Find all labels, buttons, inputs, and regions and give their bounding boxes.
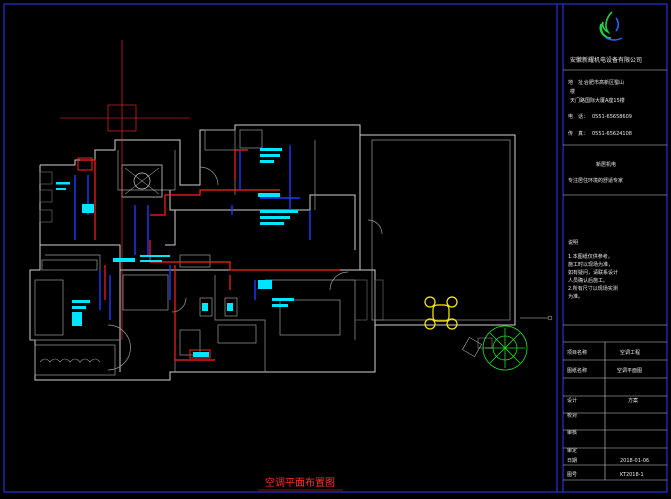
- address-line3: 天门路国际大厦A座15楼: [570, 97, 625, 104]
- indoor-unit: [56, 188, 66, 190]
- indoor-unit: [258, 280, 272, 289]
- indoor-unit: [193, 352, 209, 357]
- phone-label: 电 话：: [568, 113, 588, 120]
- drawing-value: 空调平面图: [617, 367, 642, 374]
- fax-number: 0551-65624108: [592, 131, 632, 137]
- plan-title: 空调平面布置图: [265, 476, 335, 489]
- floor-plan-drawing: 空调平面布置图 安徽新耀机电设备有限公司 地 址： 合肥市高新区蜀山 楼 天门路…: [0, 0, 671, 499]
- address-line1: 合肥市高新区蜀山: [584, 79, 624, 86]
- indoor-unit: [140, 255, 170, 257]
- date-value: 2018-01-06: [620, 458, 649, 464]
- date-label: 日期: [567, 458, 577, 464]
- indoor-unit: [260, 154, 280, 157]
- project-value: 空调工程: [620, 349, 640, 356]
- design-value: 方案: [628, 397, 638, 404]
- indoor-unit: [260, 148, 282, 151]
- indoor-unit: [258, 193, 280, 197]
- drawing-label: 图纸名称: [567, 367, 587, 374]
- drawing-no-label: 图号: [567, 472, 577, 478]
- drawing-background: [0, 0, 671, 499]
- indoor-unit: [260, 160, 274, 163]
- note-line: 人员确认后施工。: [568, 277, 608, 284]
- note-line: 2.所有尺寸以现场实测: [568, 285, 618, 292]
- note-line: 1.本图纸仅供参考，: [568, 253, 613, 260]
- note-line: 为准。: [568, 293, 583, 300]
- company-name: 安徽新耀机电设备有限公司: [570, 56, 642, 64]
- indoor-unit: [272, 298, 294, 301]
- indoor-unit: [227, 303, 233, 311]
- indoor-unit: [140, 260, 162, 262]
- slogan-title: 新居机电: [596, 161, 616, 168]
- indoor-unit: [82, 204, 94, 213]
- indoor-unit: [260, 216, 290, 219]
- indoor-unit: [72, 306, 86, 309]
- note-line: 如有疑问，请联系设计: [568, 269, 618, 276]
- address-line2: 楼: [570, 88, 575, 95]
- note-line: 施工时以现场为准，: [568, 261, 613, 268]
- notes-heading: 说明: [568, 239, 578, 246]
- review-label: 审核: [567, 429, 577, 436]
- indoor-unit: [72, 312, 82, 326]
- indoor-unit: [202, 303, 208, 311]
- approve-label: 审定: [567, 447, 577, 454]
- check-label: 校对: [567, 412, 577, 419]
- slogan-subtitle: 专注居住环境的舒适专家: [568, 177, 623, 184]
- indoor-unit: [56, 182, 70, 185]
- project-label: 项目名称: [567, 349, 587, 356]
- fax-label: 传 真：: [568, 130, 588, 137]
- indoor-unit: [260, 210, 298, 213]
- indoor-unit: [72, 300, 90, 303]
- drawing-no-value: KT2018-1: [620, 472, 644, 478]
- phone-number: 0551-65658609: [592, 114, 632, 120]
- indoor-unit: [272, 304, 288, 307]
- design-label: 设计: [567, 397, 577, 404]
- indoor-unit: [260, 222, 284, 225]
- indoor-unit: [113, 258, 135, 262]
